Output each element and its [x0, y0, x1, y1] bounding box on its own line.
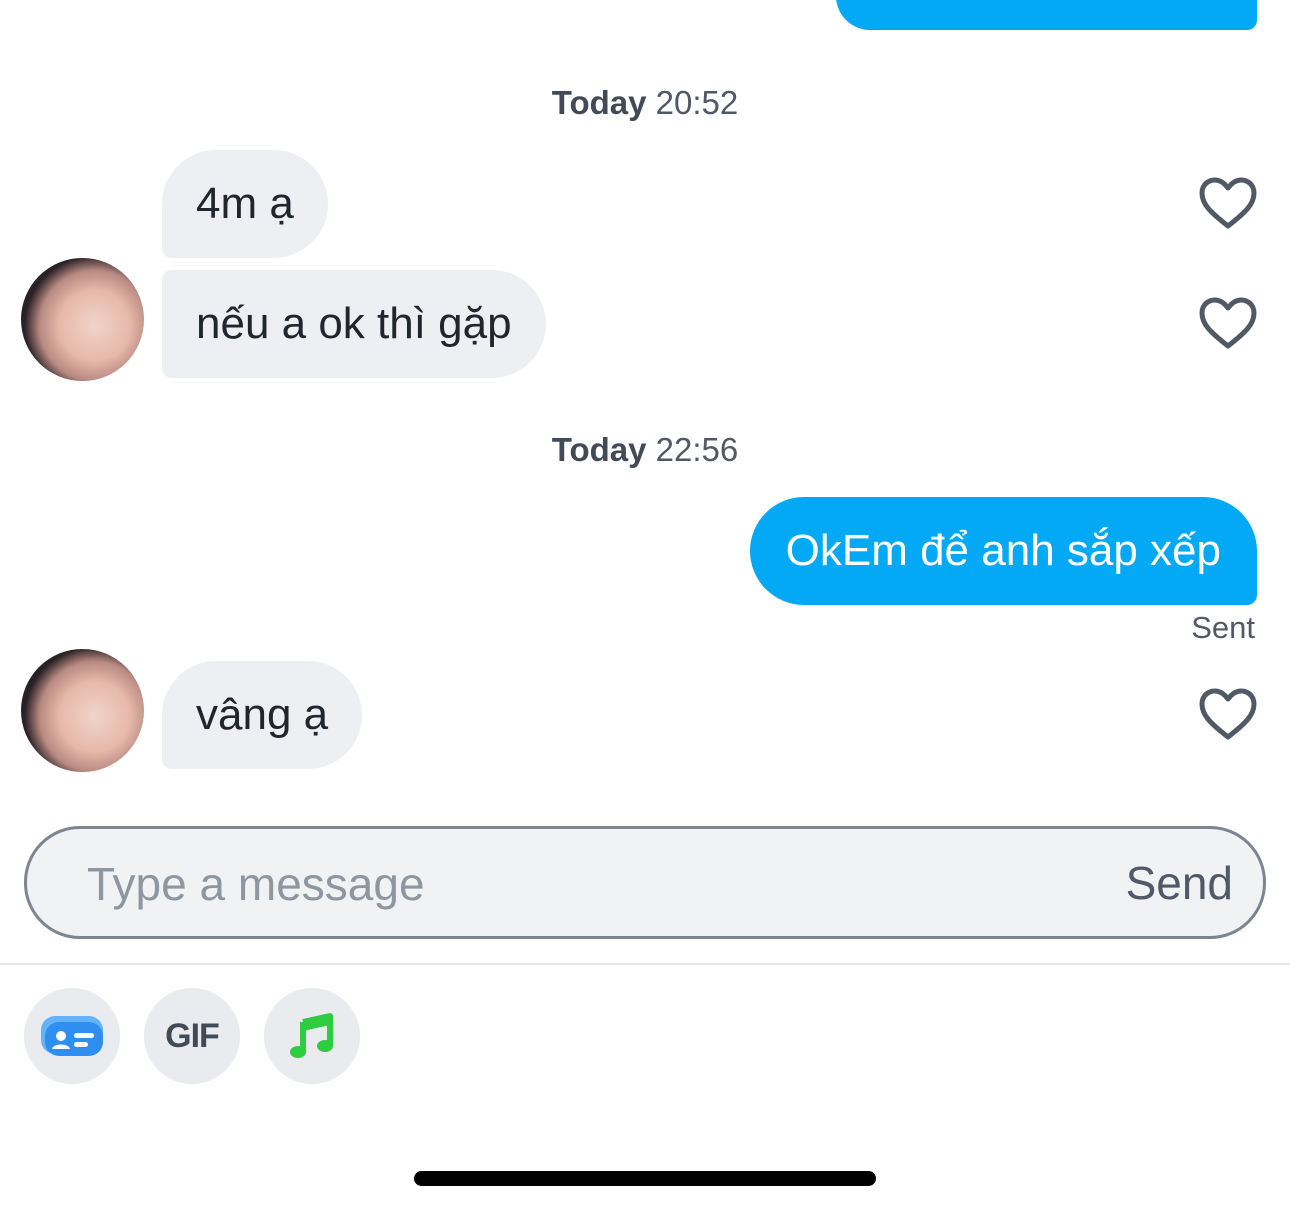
timestamp-day: Today [551, 84, 647, 121]
home-indicator[interactable] [414, 1171, 876, 1186]
timestamp-time: 22:56 [655, 431, 739, 468]
music-button[interactable] [264, 988, 360, 1084]
timestamp-divider: Today 22:56 [0, 431, 1290, 469]
send-button[interactable]: Send [1126, 853, 1233, 913]
timestamp-day: Today [551, 431, 647, 468]
message-bubble-outgoing-partial[interactable] [836, 0, 1257, 30]
chat-screen: Today 20:52 4m ạ nếu a ok thì gặp Today … [0, 0, 1290, 1210]
message-bubble-incoming[interactable]: vâng ạ [162, 661, 363, 769]
like-heart-icon[interactable] [1198, 296, 1258, 352]
id-card-button[interactable] [24, 988, 120, 1084]
message-bubble-incoming[interactable]: nếu a ok thì gặp [162, 270, 546, 378]
message-bubble-outgoing[interactable]: OkEm để anh sắp xếp [749, 497, 1257, 605]
message-status: Sent [1191, 610, 1255, 645]
music-note-icon [290, 1013, 333, 1058]
gif-button[interactable]: GIF [144, 988, 240, 1084]
message-input[interactable] [85, 851, 989, 917]
like-heart-icon[interactable] [1198, 176, 1258, 232]
timestamp-time: 20:52 [655, 84, 739, 121]
timestamp-divider: Today 20:52 [0, 84, 1290, 122]
avatar[interactable] [21, 649, 144, 772]
gif-icon: GIF [165, 1016, 220, 1055]
divider [0, 963, 1290, 965]
like-heart-icon[interactable] [1198, 687, 1258, 743]
id-card-icon [41, 1016, 103, 1056]
avatar[interactable] [21, 258, 144, 381]
message-composer: Send [24, 826, 1266, 939]
message-bubble-incoming[interactable]: 4m ạ [162, 150, 328, 258]
